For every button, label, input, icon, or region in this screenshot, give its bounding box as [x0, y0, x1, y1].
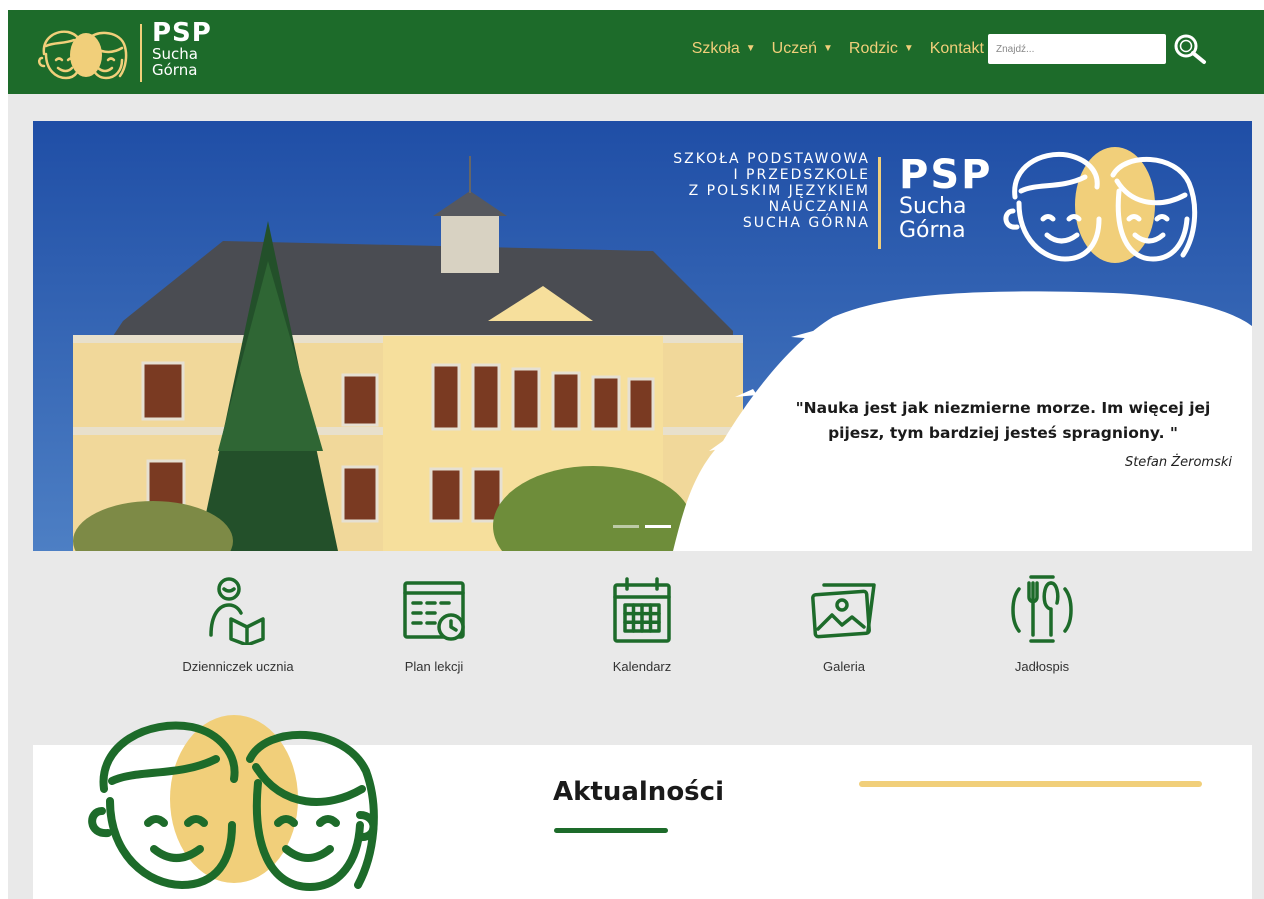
nav-item-uczen[interactable]: Uczeń ▼ — [772, 40, 833, 58]
student-book-icon — [209, 577, 265, 645]
caret-down-icon: ▼ — [745, 43, 756, 55]
search-icon — [1174, 34, 1206, 64]
hero-quote: "Nauka jest jak niezmierne morze. Im wię… — [795, 399, 1211, 442]
nav-item-rodzic[interactable]: Rodzic ▼ — [849, 40, 914, 58]
hero-logo-line-1: Sucha — [899, 194, 967, 219]
news-title-underline — [554, 828, 668, 833]
site-header: PSP Sucha Górna Szkoła ▼ Uczeń ▼ Rodzic ▼ K… — [8, 10, 1264, 94]
faces-illustration-icon — [88, 715, 378, 892]
quick-link-kalendarz[interactable]: Kalendarz — [562, 575, 722, 674]
hero-logo-title: PSP — [899, 152, 993, 198]
quick-link-label: Jadłospis — [1014, 659, 1070, 674]
school-name-line: SUCHA GÓRNA — [742, 215, 870, 231]
quick-link-galeria[interactable]: Galeria — [764, 575, 924, 674]
caret-down-icon: ▼ — [903, 43, 914, 55]
quick-link-label: Plan lekcji — [404, 659, 464, 674]
school-name-line: SZKOŁA PODSTAWOWA — [673, 151, 870, 167]
hero-logo-text: PSP Sucha Górna — [899, 155, 992, 243]
hero-slider[interactable]: SZKOŁA PODSTAWOWA I PRZEDSZKOLE Z POLSKI… — [33, 121, 1252, 551]
calendar-icon — [613, 577, 671, 643]
logo-faces-icon — [38, 30, 128, 80]
decorative-bar — [859, 781, 1202, 787]
news-title: Aktualności — [553, 777, 724, 807]
caret-down-icon: ▼ — [823, 43, 833, 55]
search-input[interactable] — [988, 34, 1166, 64]
nav-item-kontakt[interactable]: Kontakt — [930, 40, 984, 58]
slider-dot-active[interactable] — [645, 525, 671, 528]
site-logo[interactable]: PSP Sucha Górna — [34, 18, 234, 88]
nav-label: Uczeń — [771, 40, 818, 57]
nav-label: Kontakt — [929, 40, 984, 57]
logo-separator — [140, 24, 142, 82]
logo-text: PSP Sucha Górna — [152, 20, 212, 78]
schedule-icon — [403, 581, 465, 641]
nav-item-szkola[interactable]: Szkoła ▼ — [692, 40, 756, 58]
nav-label: Szkoła — [691, 40, 740, 57]
quick-links: Dzienniczek ucznia Plan lekcji Kalendarz… — [0, 575, 1264, 685]
gallery-icon — [811, 583, 876, 639]
cutlery-icon — [1011, 575, 1073, 643]
news-section: Aktualności — [33, 715, 1252, 899]
nav-label: Rodzic — [848, 40, 898, 57]
search-button[interactable] — [1172, 32, 1208, 66]
quick-link-label: Galeria — [823, 659, 865, 674]
hero-logo-line-2: Górna — [899, 218, 966, 243]
quick-link-jadlospis[interactable]: Jadłospis — [962, 575, 1122, 674]
quote-author: Stefan Żeromski — [1124, 455, 1232, 470]
slider-indicators — [613, 525, 671, 528]
slider-dot[interactable] — [613, 525, 639, 528]
quick-link-dzienniczek[interactable]: Dzienniczek ucznia — [158, 575, 318, 674]
school-building-image — [33, 121, 1252, 551]
school-name-line: Z POLSKIM JĘZYKIEM — [688, 183, 870, 199]
quick-link-label: Kalendarz — [612, 659, 672, 674]
logo-line-1: Sucha — [152, 45, 198, 63]
main-nav: Szkoła ▼ Uczeń ▼ Rodzic ▼ Kontakt — [692, 40, 984, 58]
school-name-line: NAUCZANIA — [768, 199, 870, 215]
school-name-line: I PRZEDSZKOLE — [733, 167, 870, 183]
logo-title: PSP — [152, 18, 212, 48]
logo-line-2: Górna — [152, 61, 198, 79]
school-name-text: SZKOŁA PODSTAWOWA I PRZEDSZKOLE Z POLSKI… — [673, 151, 870, 231]
quick-link-plan-lekcji[interactable]: Plan lekcji — [354, 575, 514, 674]
hero-logo-separator — [878, 157, 881, 249]
quick-link-label: Dzienniczek ucznia — [182, 659, 294, 674]
